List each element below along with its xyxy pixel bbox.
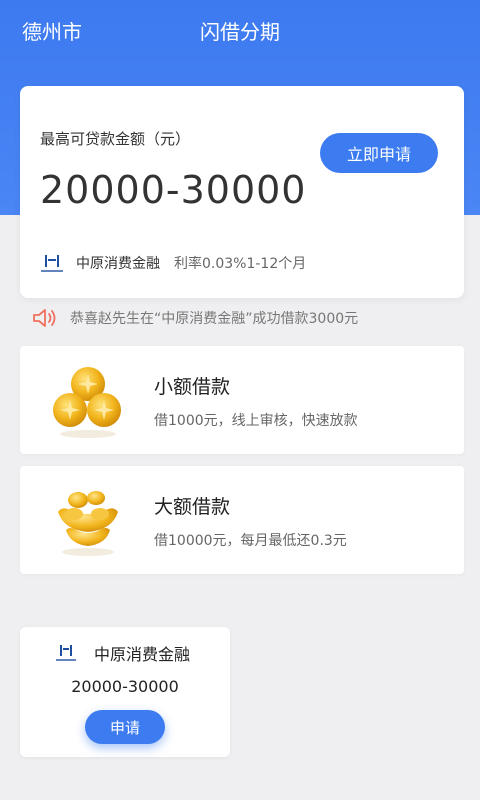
top-bar: 德州市 闪借分期 <box>0 0 480 60</box>
small-loan-desc: 借1000元，线上审核，快速放款 <box>154 413 358 429</box>
notice-bar: 恭喜赵先生在“中原消费金融”成功借款3000元 <box>32 304 358 332</box>
page-title: 闪借分期 <box>200 20 280 44</box>
gold-ingots-icon <box>58 491 118 556</box>
limit-amount: 20000-30000 <box>40 168 307 212</box>
product-card: 中原消费金融 20000-30000 申请 <box>20 627 230 757</box>
lender-info: 中原消费金融 利率0.03%1-12个月 <box>40 248 306 278</box>
small-loan-card[interactable]: 小额借款 借1000元，线上审核，快速放款 <box>20 346 464 454</box>
notice-text: 恭喜赵先生在“中原消费金融”成功借款3000元 <box>70 311 359 327</box>
large-loan-card[interactable]: 大额借款 借10000元，每月最低还0.3元 <box>20 466 464 574</box>
product-header: 中原消费金融 <box>54 641 190 665</box>
loan-limit-card: 最高可贷款金额（元） 20000-30000 立即申请 中原消费金融 利率0.0… <box>20 86 464 298</box>
product-apply-button[interactable]: 申请 <box>85 710 165 744</box>
product-amount: 20000-30000 <box>71 677 179 696</box>
product-name: 中原消费金融 <box>94 645 191 664</box>
lender-logo-icon <box>40 251 64 275</box>
large-loan-desc: 借10000元，每月最低还0.3元 <box>154 533 347 549</box>
limit-label: 最高可贷款金额（元） <box>40 130 191 148</box>
apply-now-button[interactable]: 立即申请 <box>320 133 438 173</box>
product-logo-icon <box>54 641 78 665</box>
interest-rate: 利率0.03%1-12个月 <box>174 256 307 272</box>
small-loan-title: 小额借款 <box>154 376 231 398</box>
speaker-icon <box>33 309 56 327</box>
coins-icon <box>53 367 121 438</box>
large-loan-title: 大额借款 <box>154 496 231 518</box>
lender-name: 中原消费金融 <box>76 256 160 272</box>
